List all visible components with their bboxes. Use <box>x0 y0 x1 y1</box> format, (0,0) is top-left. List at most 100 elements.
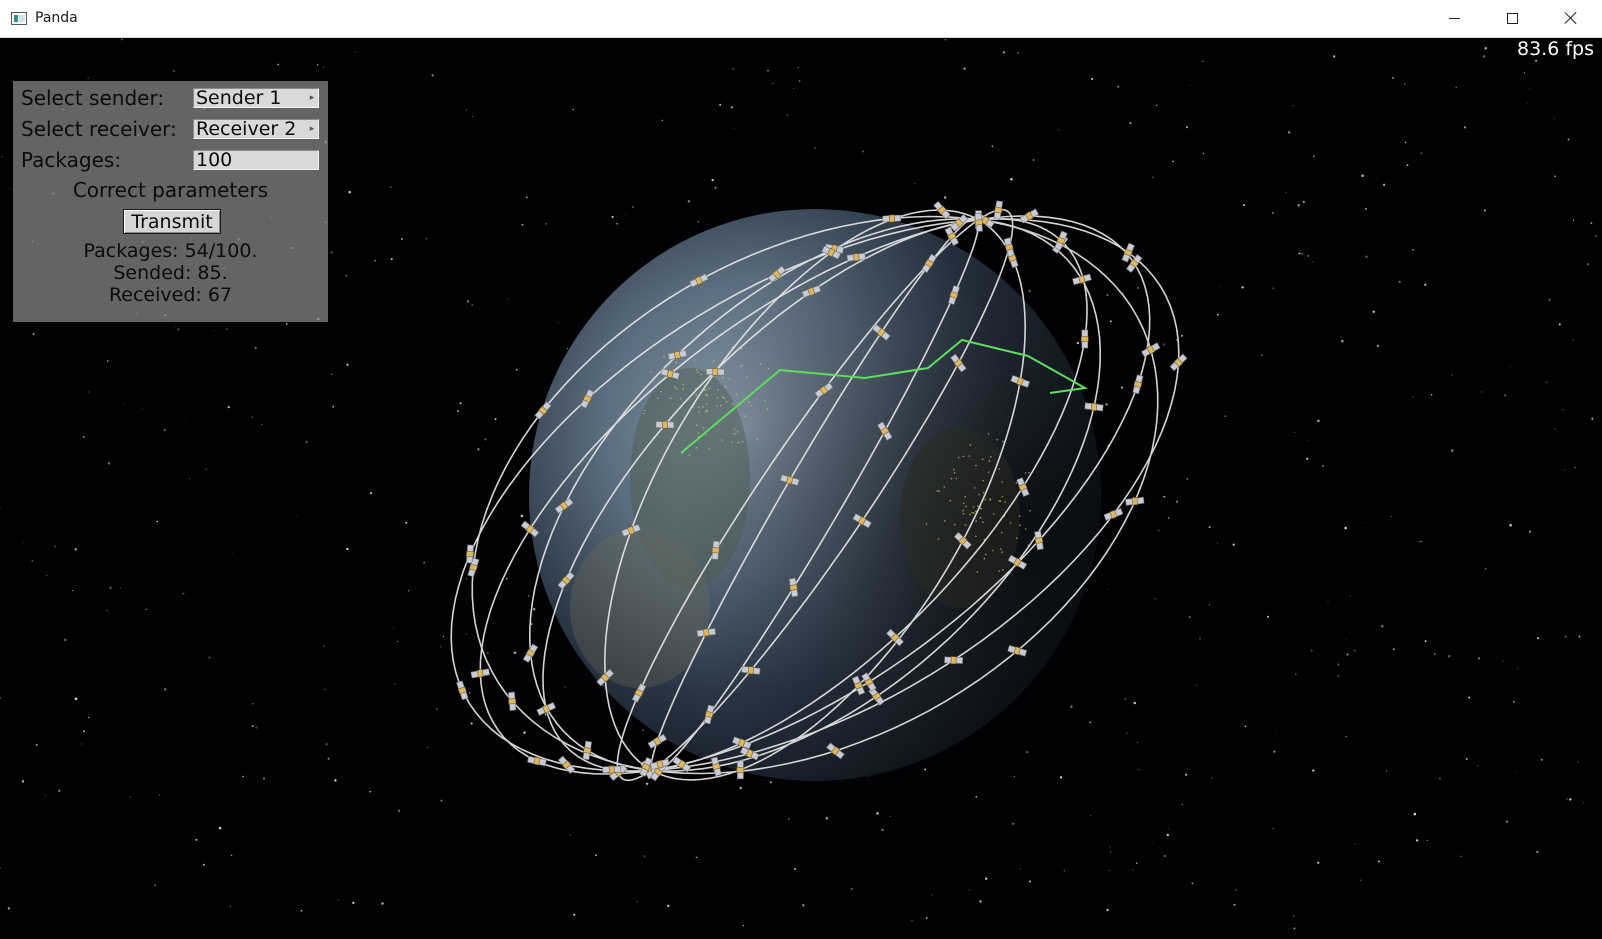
city-light <box>696 424 698 427</box>
star <box>1293 927 1296 930</box>
city-light <box>1018 515 1021 517</box>
star <box>1106 294 1109 297</box>
city-light <box>1001 551 1003 553</box>
city-light <box>716 396 719 399</box>
star <box>523 731 526 734</box>
star <box>1554 428 1556 430</box>
star <box>733 127 735 129</box>
star <box>1195 684 1198 686</box>
star <box>436 708 438 710</box>
star <box>1089 721 1091 724</box>
city-light <box>963 502 965 505</box>
star <box>1502 660 1504 662</box>
star <box>109 586 112 589</box>
receiver-dropdown[interactable]: Receiver 2 ▸ <box>193 119 319 139</box>
star <box>1028 880 1031 883</box>
city-light <box>965 505 967 508</box>
window-titlebar[interactable]: Panda <box>0 0 1602 38</box>
star <box>963 67 966 70</box>
star <box>163 428 166 431</box>
packages-input[interactable]: 100 <box>193 150 319 170</box>
star <box>324 688 326 691</box>
minimize-button[interactable] <box>1426 0 1484 38</box>
star <box>471 116 473 118</box>
city-light <box>751 404 753 407</box>
city-light <box>1024 528 1027 530</box>
star <box>697 220 700 223</box>
star <box>1129 121 1132 125</box>
star <box>1106 908 1109 912</box>
star <box>325 743 328 746</box>
city-light <box>706 403 708 406</box>
star <box>1455 86 1457 89</box>
star <box>1011 822 1015 826</box>
star <box>1349 595 1351 597</box>
star <box>466 300 470 303</box>
city-light <box>697 371 699 374</box>
city-light <box>974 487 976 489</box>
city-light <box>767 367 770 370</box>
star <box>1574 466 1576 469</box>
transmit-button[interactable]: Transmit <box>123 209 221 234</box>
city-light <box>705 434 707 436</box>
star <box>1216 542 1218 544</box>
city-light <box>984 553 987 556</box>
star <box>252 725 254 727</box>
satellite-icon <box>602 765 622 774</box>
star <box>1434 653 1436 655</box>
star <box>1424 640 1427 643</box>
star <box>1465 758 1468 760</box>
star <box>164 688 167 691</box>
star <box>1376 344 1380 348</box>
city-light <box>973 512 975 514</box>
star <box>1107 588 1109 590</box>
star <box>426 746 429 749</box>
star <box>1046 228 1048 230</box>
star <box>231 553 233 555</box>
star <box>1404 141 1407 144</box>
star <box>1483 209 1487 212</box>
star <box>74 548 77 551</box>
sender-dropdown[interactable]: Sender 1 ▸ <box>193 88 319 108</box>
star <box>1082 218 1084 220</box>
star <box>1424 283 1427 286</box>
city-light <box>957 456 960 459</box>
star <box>470 722 473 725</box>
satellite-icon <box>1140 341 1161 358</box>
star <box>944 38 947 41</box>
star <box>1292 105 1294 107</box>
star <box>1512 700 1515 703</box>
star <box>58 789 61 792</box>
star <box>1418 541 1420 543</box>
maximize-button[interactable] <box>1484 0 1542 38</box>
star <box>154 884 157 887</box>
star <box>348 190 351 194</box>
star <box>1026 750 1029 754</box>
city-light <box>705 389 707 391</box>
star <box>82 730 85 733</box>
star <box>459 402 462 405</box>
star <box>1340 336 1342 338</box>
city-light <box>735 393 738 396</box>
city-light <box>741 440 744 443</box>
star <box>520 514 524 518</box>
star <box>1337 674 1340 677</box>
star <box>208 656 211 659</box>
star <box>730 106 733 109</box>
city-light <box>763 399 766 402</box>
star <box>381 902 384 905</box>
packages-value: 100 <box>196 150 233 170</box>
star <box>975 795 978 798</box>
star <box>477 448 480 451</box>
star <box>508 298 509 300</box>
close-button[interactable] <box>1542 0 1600 38</box>
star <box>569 834 572 836</box>
star <box>1135 862 1138 865</box>
star <box>394 683 396 685</box>
star <box>1477 657 1480 660</box>
3d-viewport[interactable]: 83.6 fps Select sender: Sender 1 ▸ Selec… <box>0 38 1602 939</box>
star <box>719 103 722 106</box>
city-light <box>1015 482 1018 484</box>
city-light <box>992 549 994 552</box>
city-light <box>682 388 685 390</box>
